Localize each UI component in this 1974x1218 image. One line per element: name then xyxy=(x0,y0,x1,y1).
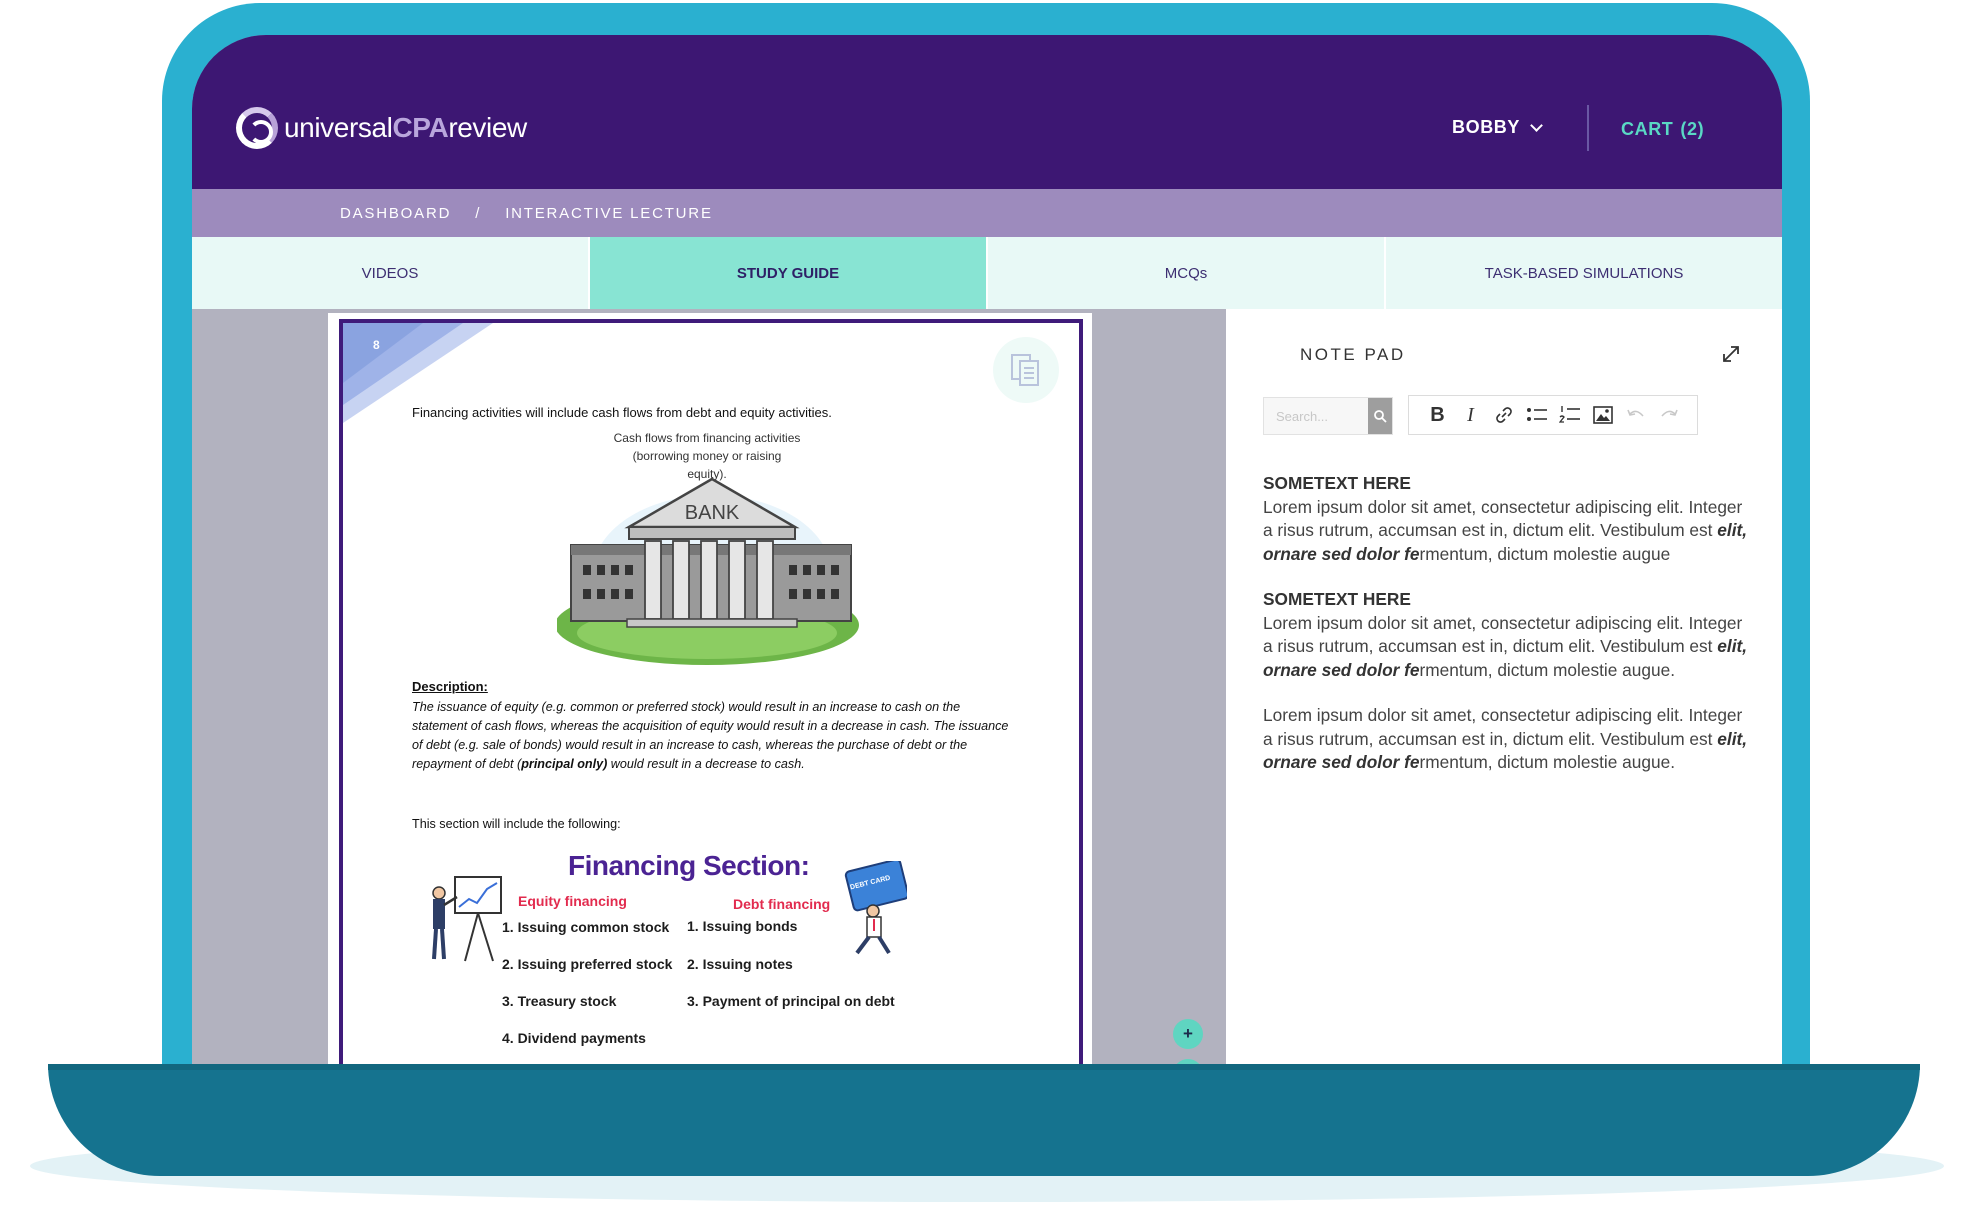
breadcrumb-dashboard[interactable]: DASHBOARD xyxy=(340,205,451,222)
bank-sign: BANK xyxy=(685,502,740,524)
presenter-chart-illustration xyxy=(432,876,502,962)
bank-illustration: BANK xyxy=(557,477,859,665)
debt-item: 1. Issuing bonds xyxy=(687,918,798,934)
breadcrumb-separator: / xyxy=(475,204,482,222)
notepad-content[interactable]: SOMETEXT HERE Lorem ipsum dolor sit amet… xyxy=(1263,472,1753,797)
note-text: Lorem ipsum dolor sit amet, consectetur … xyxy=(1263,705,1743,749)
user-menu[interactable]: BOBBY xyxy=(1452,117,1543,138)
laptop-base xyxy=(48,1064,1920,1176)
caption-line-1: Cash flows from financing activities xyxy=(613,431,801,445)
note-text: Lorem ipsum dolor sit amet, consectetur … xyxy=(1263,496,1743,541)
note-heading: SOMETEXT HERE xyxy=(1263,473,1411,493)
notepad-panel: NOTE PAD B I xyxy=(1226,309,1782,1064)
note-heading: SOMETEXT HERE xyxy=(1263,589,1411,609)
tab-mcqs[interactable]: MCQs xyxy=(988,237,1386,309)
copy-document-icon[interactable] xyxy=(993,337,1059,403)
redo-button[interactable] xyxy=(1652,400,1685,430)
credit-card-man-illustration: DEBT CARD xyxy=(844,861,907,955)
bullet-list-button[interactable] xyxy=(1520,400,1553,430)
zoom-out-button[interactable]: − xyxy=(1173,1059,1203,1064)
description-bold: principal only) xyxy=(521,757,608,771)
equity-item: 4. Dividend payments xyxy=(502,1030,646,1046)
debt-item: 2. Issuing notes xyxy=(687,956,793,972)
bullet-list-icon xyxy=(1526,408,1547,421)
note-paragraph: Lorem ipsum dolor sit amet, consectetur … xyxy=(1263,496,1753,567)
notepad-search xyxy=(1263,397,1393,435)
intro-text: Financing activities will include cash f… xyxy=(412,405,832,420)
note-text: rmentum, dictum molestie augue. xyxy=(1419,659,1676,680)
note-paragraph: Lorem ipsum dolor sit amet, consectetur … xyxy=(1263,612,1753,683)
description-part-2: would result in a decrease to cash. xyxy=(607,757,805,771)
chevron-down-icon xyxy=(1530,118,1543,132)
debt-item: 3. Payment of principal on debt xyxy=(687,993,895,1009)
numbered-list-button[interactable] xyxy=(1553,400,1586,430)
expand-icon[interactable] xyxy=(1720,343,1742,365)
section-intro: This section will include the following: xyxy=(412,817,621,831)
document-page: 8 Financing activities will include cash… xyxy=(339,319,1083,1064)
undo-button[interactable] xyxy=(1619,400,1652,430)
equity-item: 2. Issuing preferred stock xyxy=(502,956,673,972)
equity-financing-heading: Equity financing xyxy=(518,893,627,909)
search-button[interactable] xyxy=(1368,398,1392,434)
undo-icon xyxy=(1626,409,1644,417)
brand-name: universalCPAreview xyxy=(284,112,527,144)
top-header: universalCPAreview BOBBY CART (2) xyxy=(192,35,1782,189)
note-paragraph: Lorem ipsum dolor sit amet, consectetur … xyxy=(1263,704,1753,775)
note-text: rmentum, dictum molestie augue. xyxy=(1419,752,1676,772)
user-name: BOBBY xyxy=(1452,117,1521,137)
description-title: Description: xyxy=(412,679,488,694)
breadcrumb-interactive-lecture[interactable]: INTERACTIVE LECTURE xyxy=(505,205,713,222)
redo-icon xyxy=(1660,409,1678,417)
page-number: 8 xyxy=(373,338,380,352)
tab-task-based-simulations[interactable]: TASK-BASED SIMULATIONS xyxy=(1386,237,1782,309)
note-text: rmentum, dictum molestie augue xyxy=(1419,543,1671,564)
laptop-base-edge xyxy=(48,1064,1920,1070)
document-page-frame: 8 Financing activities will include cash… xyxy=(328,313,1092,1064)
italic-button[interactable]: I xyxy=(1454,400,1487,430)
note-text: Lorem ipsum dolor sit amet, consectetur … xyxy=(1263,612,1743,657)
equity-item: 3. Treasury stock xyxy=(502,993,617,1009)
equity-item: 1. Issuing common stock xyxy=(502,919,670,935)
notepad-title: NOTE PAD xyxy=(1300,345,1406,364)
brand-name-part1: universal xyxy=(284,112,393,143)
bold-button[interactable]: B xyxy=(1421,400,1454,430)
search-icon xyxy=(1374,410,1387,423)
debt-financing-heading: Debt financing xyxy=(733,896,831,912)
logo-swirl-icon xyxy=(236,107,278,149)
link-button[interactable] xyxy=(1487,400,1520,430)
laptop-screen: universalCPAreview BOBBY CART (2) DASHBOA… xyxy=(192,35,1782,1064)
cart-count: (2) xyxy=(1680,119,1705,139)
brand-name-part3: review xyxy=(448,112,527,143)
document-viewer[interactable]: 8 Financing activities will include cash… xyxy=(192,309,1226,1064)
breadcrumb: DASHBOARD / INTERACTIVE LECTURE xyxy=(192,189,1782,237)
laptop-mockup: universalCPAreview BOBBY CART (2) DASHBOA… xyxy=(0,0,1974,1218)
link-icon xyxy=(1495,407,1512,423)
description-body: The issuance of equity (e.g. common or p… xyxy=(412,698,1012,774)
cart-link[interactable]: CART (2) xyxy=(1621,119,1704,140)
image-icon xyxy=(1592,406,1613,424)
zoom-in-button[interactable]: + xyxy=(1173,1019,1203,1049)
cart-label: CART xyxy=(1621,119,1674,139)
editor-toolbar: B I xyxy=(1408,395,1698,435)
brand-name-part2: CPA xyxy=(392,112,449,143)
numbered-list-icon xyxy=(1558,406,1580,423)
search-input[interactable] xyxy=(1264,398,1368,434)
brand-logo[interactable]: universalCPAreview xyxy=(236,107,527,149)
financing-section-title: Financing Section: xyxy=(568,850,810,881)
tab-videos[interactable]: VIDEOS xyxy=(192,237,590,309)
header-divider xyxy=(1587,105,1589,151)
tab-study-guide[interactable]: STUDY GUIDE xyxy=(590,237,988,309)
insert-image-button[interactable] xyxy=(1586,400,1619,430)
content-tabs: VIDEOS STUDY GUIDE MCQs TASK-BASED SIMUL… xyxy=(192,237,1782,309)
